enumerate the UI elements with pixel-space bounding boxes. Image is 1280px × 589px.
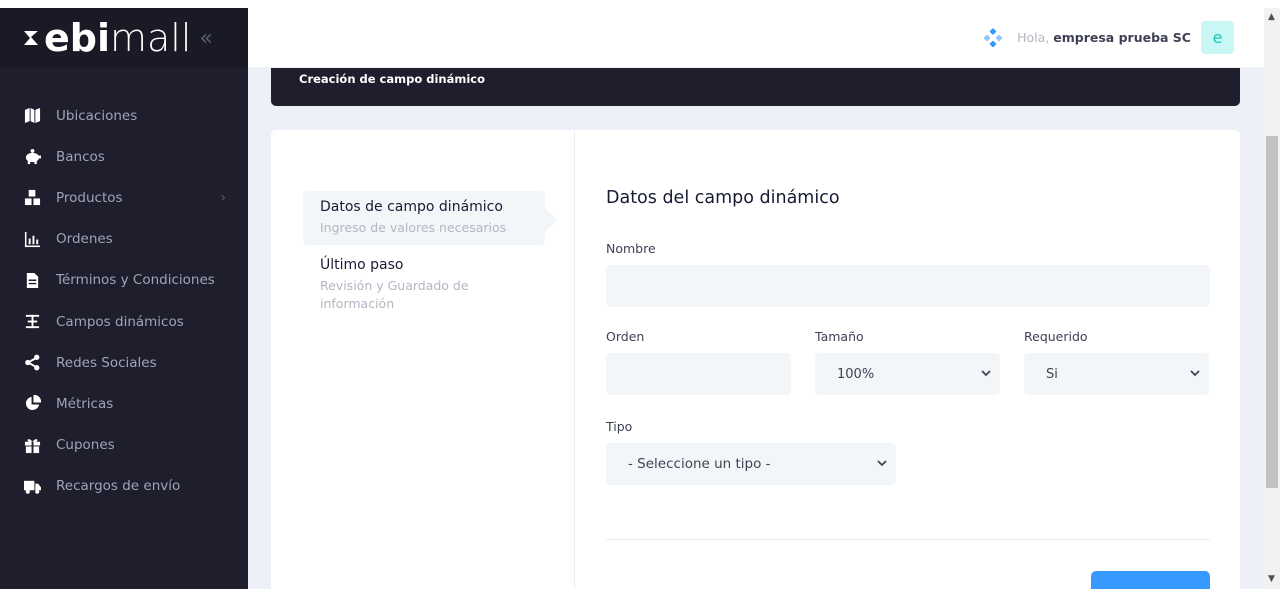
sidebar-item-label: Cupones — [56, 437, 115, 454]
requerido-label: Requerido — [1024, 329, 1088, 344]
tipo-select[interactable]: - Seleccione un tipo - — [606, 443, 896, 485]
nombre-label: Nombre — [606, 241, 656, 256]
requerido-selected-value: Si — [1046, 366, 1058, 382]
chevron-down-icon — [981, 370, 991, 377]
page-title: Creación de campo dinámico — [299, 72, 486, 86]
scroll-up-arrow-icon[interactable]: ▲ — [1268, 12, 1275, 22]
sidebar-item-terminos[interactable]: Términos y Condiciones — [0, 260, 248, 301]
sidebar: ebi mall « Ubicaciones Bancos Productos › — [0, 8, 248, 589]
fields-icon — [22, 313, 42, 331]
page-scrollbar[interactable]: ▲ ▼ — [1264, 8, 1280, 589]
sidebar-item-ubicaciones[interactable]: Ubicaciones — [0, 95, 248, 136]
step-title: Último paso — [320, 257, 404, 273]
next-step-button[interactable] — [1091, 571, 1210, 589]
bar-chart-icon — [22, 230, 42, 248]
wizard-card: Datos de campo dinámico Ingreso de valor… — [271, 130, 1240, 589]
truck-icon — [22, 477, 42, 495]
wizard-step-datos[interactable]: Datos de campo dinámico Ingreso de valor… — [303, 191, 557, 245]
sidebar-item-cupones[interactable]: Cupones — [0, 425, 248, 466]
tamano-selected-value: 100% — [837, 366, 875, 382]
sidebar-item-label: Productos — [56, 189, 123, 206]
sidebar-item-label: Redes Sociales — [56, 354, 157, 371]
form-divider — [606, 539, 1210, 540]
orden-label: Orden — [606, 329, 645, 344]
sidebar-item-ordenes[interactable]: Ordenes — [0, 219, 248, 260]
sidebar-item-label: Ordenes — [56, 231, 113, 248]
ebimall-logo[interactable]: ebi mall — [22, 19, 191, 57]
step-subtitle: Ingreso de valores necesarios — [320, 220, 507, 235]
scroll-down-arrow-icon[interactable]: ▼ — [1268, 574, 1275, 584]
sidebar-item-label: Bancos — [56, 148, 105, 165]
tipo-selected-value: - Seleccione un tipo - — [628, 456, 771, 472]
gift-icon — [22, 436, 42, 454]
boxes-icon — [22, 189, 42, 207]
page-banner: Creación de campo dinámico — [271, 68, 1240, 106]
greeting-text: Hola, — [1017, 30, 1050, 45]
sidebar-item-metricas[interactable]: Métricas — [0, 383, 248, 424]
sidebar-item-label: Recargos de envío — [56, 478, 181, 495]
sidebar-item-campos[interactable]: Campos dinámicos — [0, 301, 248, 342]
scrollbar-thumb[interactable] — [1266, 136, 1278, 488]
sidebar-item-label: Términos y Condiciones — [56, 272, 215, 289]
tipo-label: Tipo — [606, 419, 633, 434]
sidebar-item-redes[interactable]: Redes Sociales — [0, 342, 248, 383]
chevron-down-icon — [1190, 370, 1200, 377]
logo-text-light: mall — [110, 16, 192, 60]
top-strip — [0, 0, 1280, 8]
piggy-bank-icon — [22, 148, 42, 166]
tamano-label: Tamaño — [815, 329, 864, 344]
main-content: Creación de campo dinámico Datos de camp… — [248, 68, 1264, 589]
sidebar-item-label: Métricas — [56, 395, 114, 412]
wizard-step-ultimo[interactable]: Último paso Revisión y Guardado de infor… — [303, 249, 545, 321]
requerido-select[interactable]: Si — [1024, 353, 1209, 395]
document-icon — [22, 271, 42, 289]
brand-bar: ebi mall « — [0, 8, 248, 68]
share-icon — [22, 354, 42, 372]
dynamic-field-form: Datos del campo dinámico Nombre Orden Ta… — [606, 130, 1210, 589]
form-title: Datos del campo dinámico — [606, 188, 840, 208]
avatar[interactable]: e — [1201, 21, 1234, 54]
sidebar-menu: Ubicaciones Bancos Productos › Ordenes T… — [0, 95, 248, 507]
wizard-steps: Datos de campo dinámico Ingreso de valor… — [271, 130, 575, 589]
logo-mark-icon — [24, 31, 38, 45]
sidebar-item-label: Campos dinámicos — [56, 313, 184, 330]
tamano-select[interactable]: 100% — [815, 353, 1000, 395]
chevron-right-icon: › — [220, 189, 226, 206]
step-title: Datos de campo dinámico — [320, 199, 503, 215]
orden-input[interactable] — [606, 353, 791, 395]
sidebar-item-productos[interactable]: Productos › — [0, 177, 248, 218]
logo-text-bold: ebi — [44, 16, 110, 60]
user-name: empresa prueba SC — [1053, 30, 1191, 45]
nombre-input[interactable] — [606, 265, 1210, 307]
sidebar-item-bancos[interactable]: Bancos — [0, 136, 248, 177]
chevron-down-icon — [877, 460, 887, 467]
notifications-icon[interactable] — [983, 27, 1003, 48]
top-header: Hola, empresa prueba SC e — [248, 8, 1264, 68]
sidebar-item-label: Ubicaciones — [56, 107, 138, 124]
pie-chart-icon — [22, 395, 42, 413]
sidebar-item-recargos[interactable]: Recargos de envío — [0, 466, 248, 507]
collapse-sidebar-icon[interactable]: « — [199, 26, 212, 51]
map-icon — [22, 107, 42, 125]
user-greeting[interactable]: Hola, empresa prueba SC — [1017, 30, 1191, 45]
step-subtitle: Revisión y Guardado de información — [320, 278, 469, 311]
